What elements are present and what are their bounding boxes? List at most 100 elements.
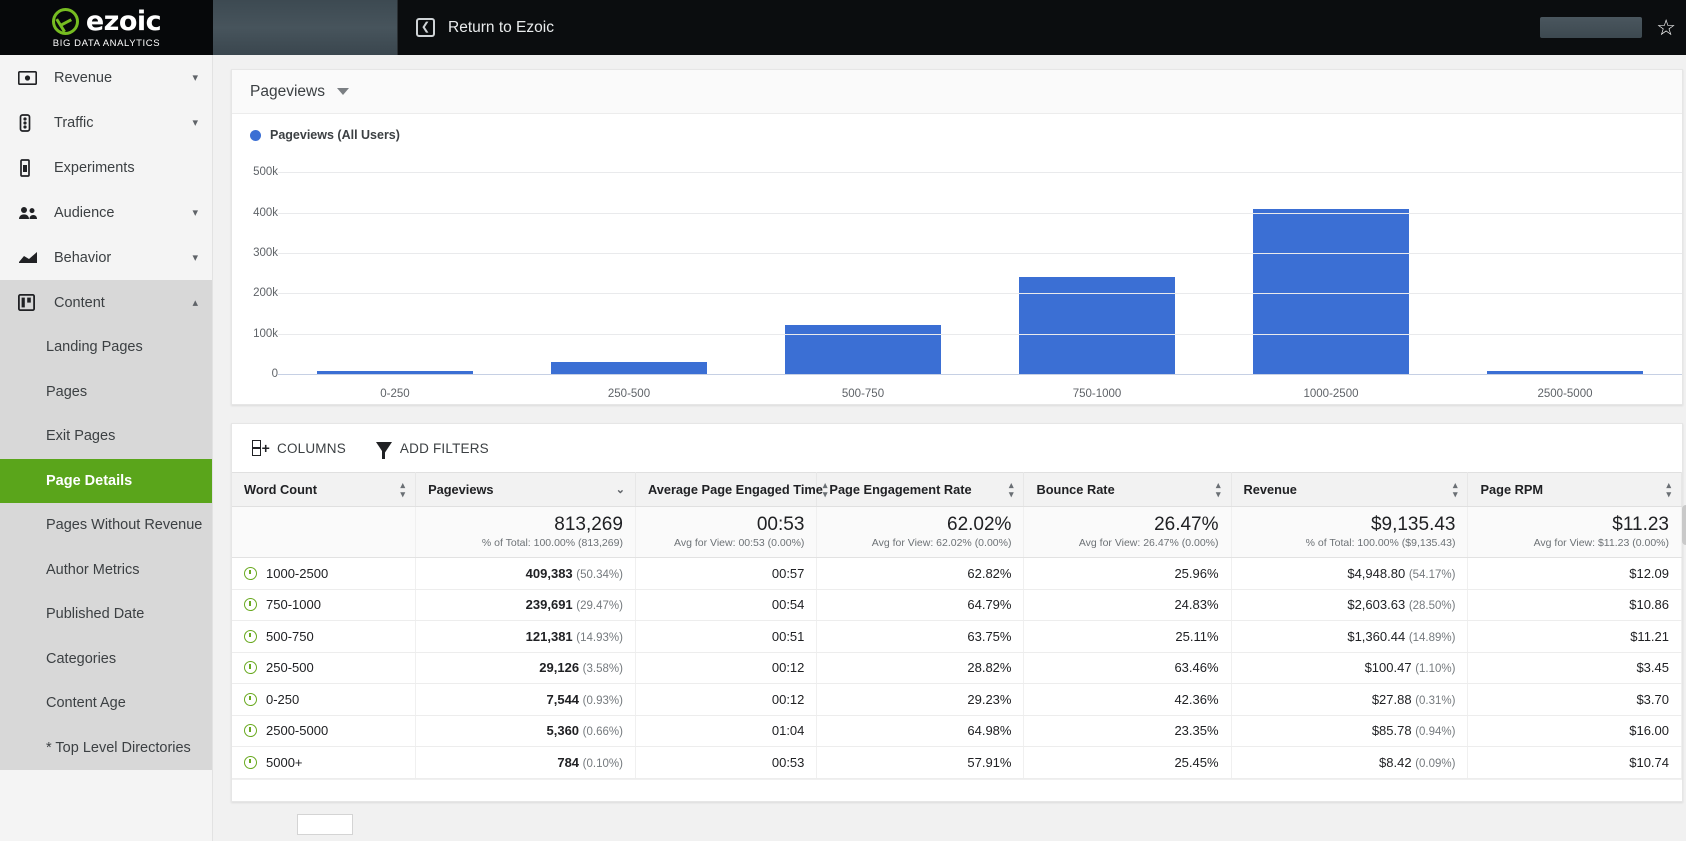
pageviews-percent: (3.58%): [583, 663, 623, 675]
table-cell: 7,544 (0.93%): [416, 684, 636, 716]
column-header[interactable]: Bounce Rate▴▾: [1024, 473, 1231, 507]
table-cell: 5,360 (0.66%): [416, 715, 636, 747]
chevron-down-icon: ▾: [192, 71, 198, 84]
sidebar-item-categories[interactable]: Categories: [0, 637, 212, 682]
revenue-percent: (0.94%): [1415, 726, 1455, 738]
y-axis-tick-label: 500k: [234, 166, 278, 178]
add-filters-button[interactable]: ADD FILTERS: [376, 441, 489, 456]
bar-chart-plot: 0-250250-500500-750750-10001000-25002500…: [232, 156, 1682, 374]
return-to-ezoic-button[interactable]: ❮ Return to Ezoic: [398, 0, 554, 55]
sidebar-item-author-metrics[interactable]: Author Metrics: [0, 548, 212, 593]
sidebar-item-page-details[interactable]: Page Details: [0, 459, 212, 504]
content-submenu: Landing Pages Pages Exit Pages Page Deta…: [0, 325, 212, 770]
sidebar-item-landing-pages[interactable]: Landing Pages: [0, 325, 212, 370]
sidebar-item-traffic[interactable]: Traffic ▾: [0, 100, 212, 145]
pagination-control[interactable]: [297, 814, 353, 835]
account-selector-chip[interactable]: [213, 0, 397, 55]
clock-icon: [244, 661, 257, 674]
table-cell: $11.21: [1468, 621, 1682, 653]
revenue-value: $8.42: [1379, 755, 1412, 770]
sidebar-item-experiments[interactable]: Experiments: [0, 145, 212, 190]
row-label: 0-250: [244, 692, 403, 707]
table-row[interactable]: 0-2507,544 (0.93%)00:1229.23%42.36%$27.8…: [232, 684, 1682, 716]
column-header[interactable]: Word Count▴▾: [232, 473, 416, 507]
star-icon[interactable]: ☆: [1656, 17, 1676, 39]
engagement-rate-value: 29.23%: [967, 692, 1011, 707]
columns-button[interactable]: + COLUMNS: [252, 440, 346, 456]
summary-cell: [232, 507, 416, 558]
brand-tagline: BIG DATA ANALYTICS: [53, 38, 160, 49]
bar-column[interactable]: [1214, 156, 1448, 374]
word-count-value: 500-750: [266, 629, 314, 644]
bar-column[interactable]: [278, 156, 512, 374]
sidebar-item-revenue[interactable]: Revenue ▾: [0, 55, 212, 100]
table-row[interactable]: 500-750121,381 (14.93%)00:5163.75%25.11%…: [232, 621, 1682, 653]
sort-toggle-icon[interactable]: ▴▾: [1666, 481, 1671, 499]
table-cell: $3.45: [1468, 652, 1682, 684]
sidebar-label: Revenue: [54, 70, 112, 86]
x-axis-tick-label: 0-250: [278, 388, 512, 400]
table-cell: 25.96%: [1024, 558, 1231, 590]
chart-legend[interactable]: Pageviews (All Users): [232, 128, 1682, 142]
column-header[interactable]: Average Page Engaged Time▴▾: [635, 473, 816, 507]
pageviews-percent: (50.34%): [576, 569, 623, 581]
column-header[interactable]: Pageviews⌄: [416, 473, 636, 507]
column-header[interactable]: Revenue▴▾: [1231, 473, 1468, 507]
sort-toggle-icon[interactable]: ▴▾: [401, 481, 406, 499]
table-cell: 784 (0.10%): [416, 747, 636, 779]
bar-column[interactable]: [746, 156, 980, 374]
revenue-percent: (1.10%): [1415, 663, 1455, 675]
sidebar-item-pages-without-revenue[interactable]: Pages Without Revenue: [0, 503, 212, 548]
sidebar-item-pages[interactable]: Pages: [0, 370, 212, 415]
engagement-rate-value: 63.75%: [967, 629, 1011, 644]
sidebar-item-behavior[interactable]: Behavior ▾: [0, 235, 212, 280]
gridline: [278, 253, 1682, 254]
layout-icon: [18, 294, 40, 311]
column-header[interactable]: Page RPM▴▾: [1468, 473, 1682, 507]
pageviews-percent: (0.10%): [583, 758, 623, 770]
sidebar-item-content[interactable]: Content ▴: [0, 280, 212, 325]
sidebar[interactable]: Revenue ▾ Traffic ▾ Experiments Audience…: [0, 55, 213, 841]
table-cell: $2,603.63 (28.50%): [1231, 589, 1468, 621]
ezoic-logo[interactable]: ezoic BIG DATA ANALYTICS: [0, 0, 213, 55]
sort-toggle-icon[interactable]: ▴▾: [1009, 481, 1014, 499]
sort-desc-icon[interactable]: ⌄: [616, 483, 625, 496]
return-label: Return to Ezoic: [448, 19, 554, 37]
table-row[interactable]: 5000+784 (0.10%)00:5357.91%25.45%$8.42 (…: [232, 747, 1682, 779]
bar[interactable]: [551, 362, 708, 374]
summary-cell: 26.47%Avg for View: 26.47% (0.00%): [1024, 507, 1231, 558]
bar[interactable]: [1019, 277, 1176, 374]
pageviews-value: 784: [557, 755, 579, 770]
sort-toggle-icon[interactable]: ▴▾: [1216, 481, 1221, 499]
word-count-value: 2500-5000: [266, 723, 328, 738]
column-header[interactable]: Page Engagement Rate▴▾: [817, 473, 1024, 507]
bar[interactable]: [785, 325, 942, 374]
vertical-scrollbar[interactable]: [1682, 505, 1686, 545]
table-row[interactable]: 1000-2500409,383 (50.34%)00:5762.82%25.9…: [232, 558, 1682, 590]
table-cell: 23.35%: [1024, 715, 1231, 747]
sidebar-item-content-age[interactable]: Content Age: [0, 681, 212, 726]
sidebar-item-audience[interactable]: Audience ▾: [0, 190, 212, 235]
user-account-chip[interactable]: [1540, 17, 1642, 38]
table-cell: 2500-5000: [232, 715, 416, 747]
chart-card: Pageviews Pageviews (All Users) 0-250250…: [231, 69, 1683, 405]
table-row[interactable]: 2500-50005,360 (0.66%)01:0464.98%23.35%$…: [232, 715, 1682, 747]
bar[interactable]: [1253, 209, 1410, 374]
table-row[interactable]: 750-1000239,691 (29.47%)00:5464.79%24.83…: [232, 589, 1682, 621]
sidebar-item-top-level-directories[interactable]: * Top Level Directories: [0, 726, 212, 771]
table-cell: 00:12: [635, 684, 816, 716]
page-rpm-value: $10.86: [1629, 597, 1669, 612]
sidebar-label: Audience: [54, 205, 114, 221]
bar-column[interactable]: [980, 156, 1214, 374]
bar-column[interactable]: [512, 156, 746, 374]
table-cell: 29,126 (3.58%): [416, 652, 636, 684]
sort-toggle-icon[interactable]: ▴▾: [1453, 481, 1458, 499]
sidebar-item-published-date[interactable]: Published Date: [0, 592, 212, 637]
table-row[interactable]: 250-50029,126 (3.58%)00:1228.82%63.46%$1…: [232, 652, 1682, 684]
sort-toggle-icon[interactable]: ▴▾: [823, 481, 828, 499]
sidebar-item-exit-pages[interactable]: Exit Pages: [0, 414, 212, 459]
bar-column[interactable]: [1448, 156, 1682, 374]
chevron-left-icon: ❮: [416, 18, 435, 37]
bounce-rate-value: 42.36%: [1174, 692, 1218, 707]
metric-selector[interactable]: Pageviews: [250, 83, 349, 101]
